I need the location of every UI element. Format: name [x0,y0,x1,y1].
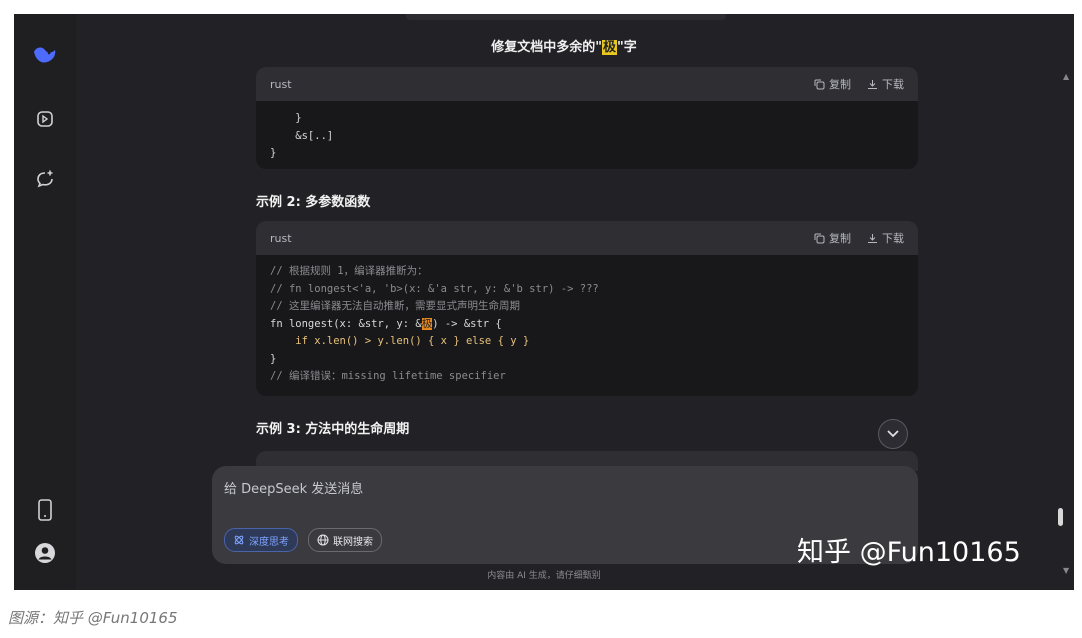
mobile-app-icon[interactable] [32,497,58,523]
atom-icon [234,535,244,545]
chevron-down-icon [887,430,899,438]
message-input-placeholder: 给 DeepSeek 发送消息 [224,482,364,497]
scrollbar-thumb[interactable] [1058,508,1063,526]
copy-button[interactable]: 复制 [814,76,851,92]
code-block-1: rust 复制 下载 } &s[..] } [256,67,918,169]
scroll-to-bottom-button[interactable] [878,419,908,449]
web-search-toggle[interactable]: 联网搜索 [308,528,382,552]
code-highlight: 极 [421,317,433,330]
download-button[interactable]: 下载 [867,230,904,246]
download-icon [868,79,877,89]
example-2-heading: 示例 2: 多参数函数 [256,195,371,210]
globe-icon [317,534,329,546]
copy-button[interactable]: 复制 [814,230,851,246]
code-content: // 根据规则 1，编译器推断为： // fn longest<'a, 'b>(… [270,265,599,382]
copy-icon [814,79,825,89]
deepseek-logo-icon[interactable] [32,42,58,68]
new-chat-icon[interactable] [32,166,58,192]
scroll-down-arrow-icon[interactable]: ▼ [1063,566,1069,575]
sidebar [14,14,76,590]
watermark: 知乎 @Fun10165 [797,537,1021,568]
download-button[interactable]: 下载 [867,76,904,92]
code-language: rust [270,77,292,91]
conversation-title: 修复文档中多余的"极"字 [491,40,637,55]
top-strip [406,14,726,20]
user-avatar-icon[interactable] [32,540,58,566]
ai-disclaimer: 内容由 AI 生成，请仔细甄别 [487,571,601,581]
code-block-header: rust 复制 下载 [256,67,918,101]
deep-think-toggle[interactable]: 深度思考 [224,528,298,552]
scroll-up-arrow-icon[interactable]: ▲ [1063,72,1069,81]
app-window: 修复文档中多余的"极"字 rust 复制 下载 } &s[..] } 示例 2:… [14,14,1074,590]
example-3-heading: 示例 3: 方法中的生命周期 [256,422,410,437]
sidebar-toggle-icon[interactable] [32,106,58,132]
code-block-2: rust 复制 下载 // 根据规则 1，编译器推断为： // fn longe… [256,221,918,396]
code-content: } &s[..] } [270,112,334,159]
download-icon [868,233,877,243]
copy-icon [814,233,825,243]
code-language: rust [270,231,292,245]
title-highlight: 极 [601,40,617,55]
image-source-caption: 图源：知乎 @Fun10165 [8,609,178,627]
code-block-header: rust 复制 下载 [256,221,918,255]
